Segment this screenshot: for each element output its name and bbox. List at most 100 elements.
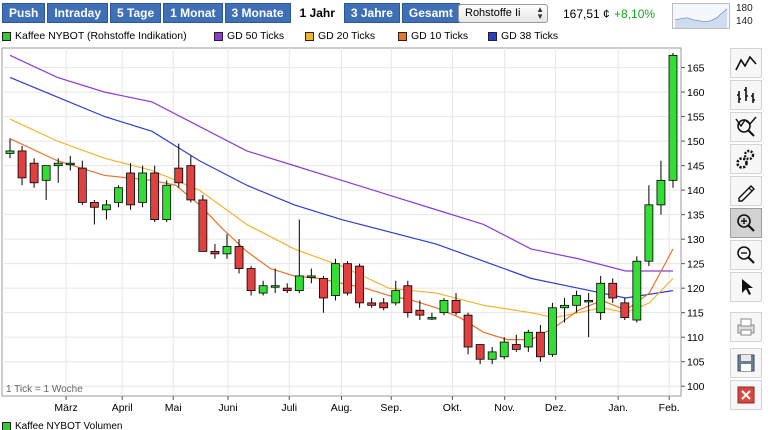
candle-body[interactable] <box>258 285 268 294</box>
pencil-icon <box>738 185 755 202</box>
candle-body[interactable] <box>210 251 220 255</box>
candle-body[interactable] <box>403 285 413 314</box>
candle-body[interactable] <box>294 275 304 292</box>
line-chart-tool[interactable] <box>730 48 762 78</box>
candle-body[interactable] <box>415 309 425 316</box>
candle-body[interactable] <box>53 162 63 167</box>
tab-gesamt[interactable]: Gesamt <box>401 3 460 23</box>
x-tick-label: Juli <box>281 402 297 414</box>
x-tick-label: Nov. <box>494 402 515 414</box>
tab-1-monat[interactable]: 1 Monat <box>163 3 223 23</box>
candle-body[interactable] <box>584 300 594 303</box>
legend-label: Kaffee NYBOT (Rohstoffe Indikation) <box>15 30 187 42</box>
mini-chart-line <box>674 8 728 28</box>
candle-body[interactable] <box>499 341 509 358</box>
candle-body[interactable] <box>487 351 497 360</box>
candle-body[interactable] <box>511 344 521 350</box>
candle-body[interactable] <box>644 204 654 262</box>
tab-intraday[interactable]: Intraday <box>47 3 109 23</box>
candle-body[interactable] <box>343 263 352 294</box>
candle-body[interactable] <box>5 150 15 154</box>
commodity-select[interactable]: Rohstoffe Ii ▲ ▼ <box>458 4 548 23</box>
x-tick-label: Sep. <box>380 402 402 414</box>
print-tool[interactable] <box>730 312 762 342</box>
candle-body[interactable] <box>391 290 401 304</box>
legend-item-gd38: GD 38 Ticks <box>488 30 558 42</box>
mini-chart-bottom-label: 140 <box>736 16 753 27</box>
candle-body[interactable] <box>463 314 473 348</box>
candle-body[interactable] <box>41 165 51 181</box>
candle-body[interactable] <box>367 302 377 306</box>
legend-swatch <box>214 31 223 41</box>
candle-body[interactable] <box>138 172 148 203</box>
candle-body[interactable] <box>126 172 135 206</box>
tab-5-tage[interactable]: 5 Tage <box>110 3 162 23</box>
volume-legend-label: Kaffee NYBOT Volumen <box>15 421 123 430</box>
candle-body[interactable] <box>222 246 232 255</box>
legend-label: GD 20 Ticks <box>318 30 376 42</box>
candle-body[interactable] <box>65 162 75 166</box>
legend-swatch <box>398 31 407 41</box>
candle-body[interactable] <box>319 277 328 299</box>
candle-body[interactable] <box>548 307 557 355</box>
tab-1-jahr[interactable]: 1 Jahr <box>292 3 342 23</box>
candle-body[interactable] <box>608 282 618 299</box>
legend-item-gd50: GD 50 Ticks <box>214 30 284 42</box>
candle-body[interactable] <box>89 201 99 208</box>
x-tick-label: Okt. <box>443 402 462 414</box>
candle-body[interactable] <box>234 246 244 269</box>
candle-body[interactable] <box>114 187 123 203</box>
x-tick-label: April <box>112 402 133 414</box>
candle-body[interactable] <box>17 150 27 179</box>
candle-body[interactable] <box>572 295 581 306</box>
candle-body[interactable] <box>174 167 184 184</box>
chart-window: Push Intraday 5 Tage 1 Monat 3 Monate 1 … <box>0 0 771 430</box>
y-tick-label: 140 <box>687 185 705 197</box>
candle-body[interactable] <box>451 300 461 314</box>
ohlc-chart-tool[interactable] <box>730 80 762 110</box>
candle-body[interactable] <box>102 204 111 211</box>
candle-body[interactable] <box>523 331 533 348</box>
candle-body[interactable] <box>475 344 485 360</box>
tab-push[interactable]: Push <box>2 3 46 23</box>
candle-body[interactable] <box>150 172 160 220</box>
candle-body[interactable] <box>596 282 606 314</box>
candle-body[interactable] <box>331 263 340 296</box>
candle-body[interactable] <box>656 179 666 206</box>
candle-body[interactable] <box>620 302 630 318</box>
candle-body[interactable] <box>632 260 642 321</box>
candle-body[interactable] <box>355 265 364 304</box>
candle-body[interactable] <box>306 275 316 278</box>
candle-body[interactable] <box>77 167 87 203</box>
line-chart-icon <box>735 55 757 71</box>
settings-tool[interactable] <box>730 144 762 174</box>
candle-body[interactable] <box>536 331 545 358</box>
save-tool[interactable] <box>730 348 762 378</box>
candle-body[interactable] <box>379 302 389 309</box>
candle-body[interactable] <box>439 300 449 314</box>
candle-body[interactable] <box>162 184 172 220</box>
y-tick-label: 165 <box>687 63 705 75</box>
mini-chart[interactable] <box>672 3 730 29</box>
candle-body[interactable] <box>198 199 208 252</box>
candle-body[interactable] <box>560 304 569 309</box>
candle-body[interactable] <box>282 287 292 292</box>
candle-body[interactable] <box>427 317 437 320</box>
zoom-in-tool[interactable] <box>730 208 762 238</box>
candle-body[interactable] <box>668 54 678 181</box>
draw-tool[interactable] <box>730 176 762 206</box>
zoom-out-tool[interactable] <box>730 240 762 270</box>
price-chart[interactable]: 100 105 110 115 120 125 130 135 140 145 150 155 160 1… <box>0 44 729 420</box>
tab-3-jahre[interactable]: 3 Jahre <box>343 3 400 23</box>
candle-body[interactable] <box>29 162 39 184</box>
indicator-tool[interactable] <box>730 112 762 142</box>
delete-tool[interactable] <box>730 380 762 410</box>
chart-tools <box>729 48 763 412</box>
mini-chart-top-label: 180 <box>736 3 753 14</box>
candle-body[interactable] <box>186 165 196 201</box>
candle-body[interactable] <box>270 285 280 288</box>
x-tick-label: März <box>54 402 77 414</box>
candle-body[interactable] <box>246 268 256 292</box>
tab-3-monate[interactable]: 3 Monate <box>224 3 291 23</box>
pointer-tool[interactable] <box>730 272 762 302</box>
